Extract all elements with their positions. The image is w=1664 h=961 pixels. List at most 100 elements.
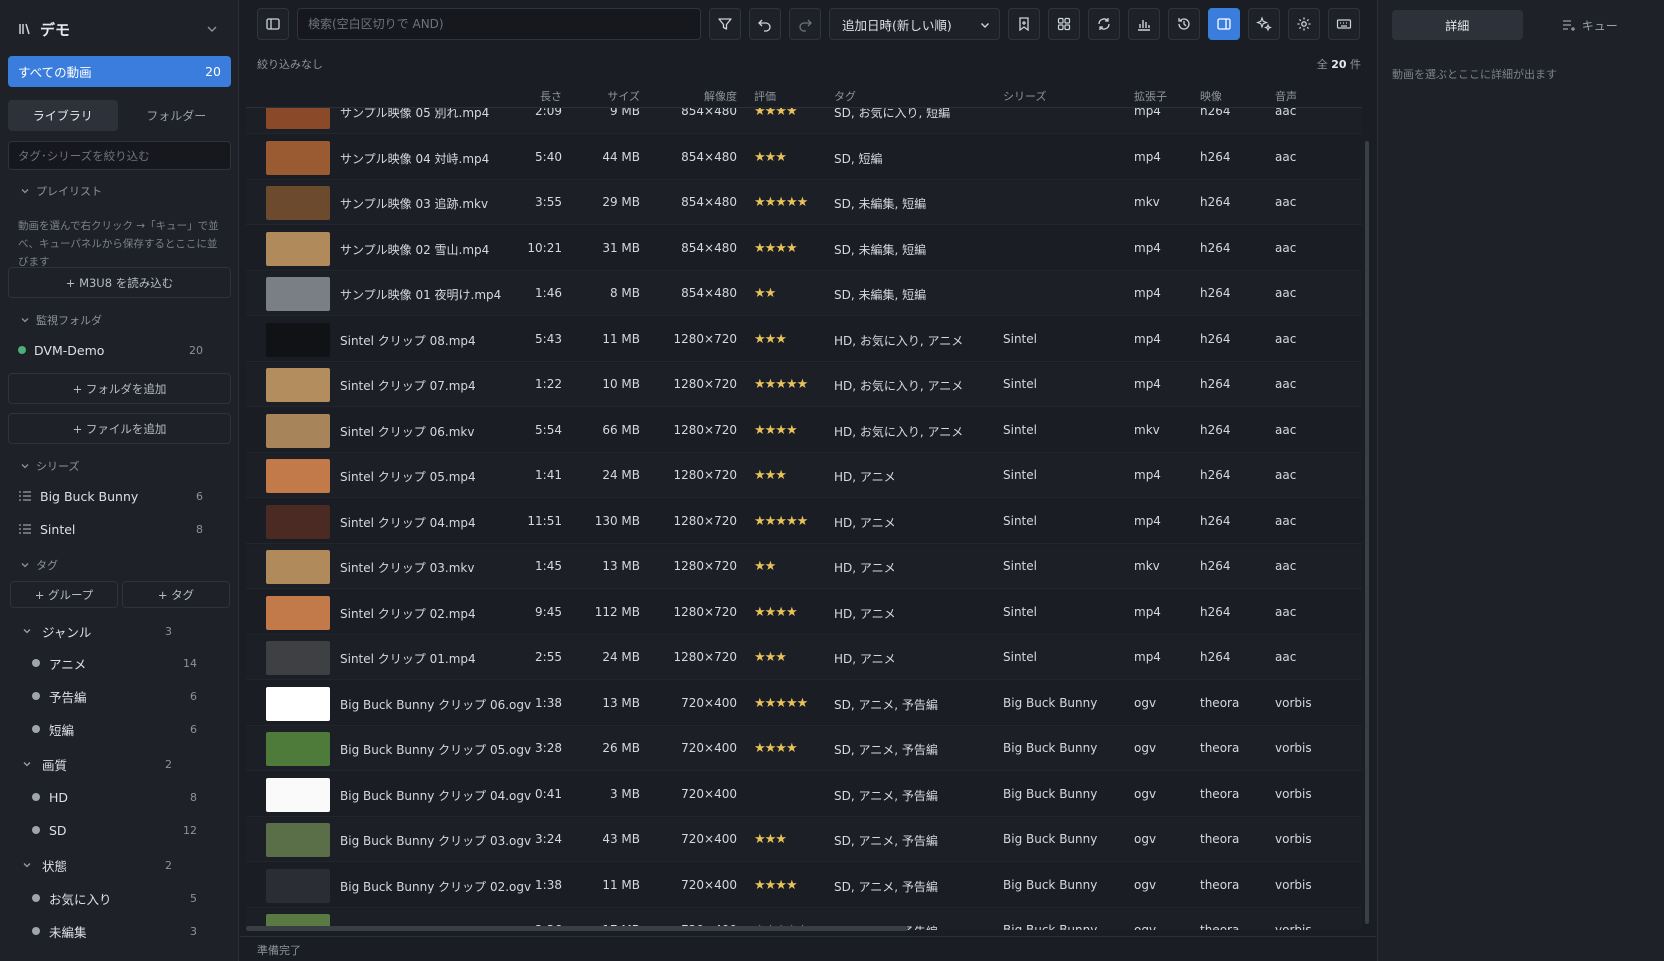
grid-icon bbox=[1057, 17, 1071, 31]
tag-item[interactable]: SD 12 bbox=[32, 820, 197, 840]
cell-rating-stars[interactable]: ★★★★★ bbox=[754, 514, 808, 529]
ai-button[interactable] bbox=[1248, 8, 1280, 40]
sort-select[interactable]: 追加日時(新しい順) bbox=[829, 8, 1000, 40]
stats-button[interactable] bbox=[1128, 8, 1160, 40]
cell-rating-stars[interactable]: ★★★★ bbox=[754, 241, 798, 256]
watch-folder-item[interactable]: DVM-Demo 20 bbox=[18, 339, 203, 361]
tags-section-header[interactable]: タグ bbox=[20, 557, 58, 573]
cell-video-codec: theora bbox=[1200, 832, 1240, 846]
tag-item[interactable]: 予告編 6 bbox=[32, 686, 197, 706]
cell-size: 43 MB bbox=[602, 832, 640, 846]
keyboard-shortcuts-button[interactable] bbox=[1328, 8, 1360, 40]
tab-queue[interactable]: キュー bbox=[1525, 10, 1656, 40]
column-header-ext[interactable]: 拡張子 bbox=[1134, 88, 1167, 104]
cell-rating-stars[interactable]: ★★★ bbox=[754, 150, 787, 165]
video-thumbnail bbox=[266, 504, 330, 539]
video-thumbnail bbox=[266, 595, 330, 630]
table-row[interactable]: Sintel クリップ 08.mp4 5:43 11 MB 1280×720 ★★★ HD… bbox=[246, 318, 1362, 362]
cell-ext: ogv bbox=[1134, 923, 1157, 930]
redo-button[interactable] bbox=[789, 8, 821, 40]
load-m3u8-button[interactable]: + M3U8 を読み込む bbox=[8, 267, 231, 298]
tag-item[interactable]: お気に入り 5 bbox=[32, 888, 197, 908]
table-row[interactable]: Big Buck Bunny クリップ 02.ogv 1:38 11 MB 720×4… bbox=[246, 864, 1362, 908]
column-header-audio[interactable]: 音声 bbox=[1275, 88, 1297, 104]
video-thumbnail bbox=[266, 732, 330, 766]
toggle-sidebar-button[interactable] bbox=[257, 8, 289, 40]
table-row[interactable]: Big Buck Bunny クリップ 03.ogv 3:24 43 MB 720×4… bbox=[246, 818, 1362, 862]
table-row[interactable]: サンプル映像 03 追跡.mkv 3:55 29 MB 854×480 ★★★★★ SD,… bbox=[246, 181, 1362, 225]
add-folder-button[interactable]: + フォルダを追加 bbox=[8, 373, 231, 404]
cell-rating-stars[interactable]: ★★★★★ bbox=[754, 195, 808, 210]
status-dot-icon bbox=[18, 346, 26, 354]
cell-rating-stars[interactable]: ★★ bbox=[754, 286, 776, 301]
history-button[interactable] bbox=[1168, 8, 1200, 40]
cell-rating-stars[interactable]: ★★★★ bbox=[754, 741, 798, 756]
cell-rating-stars[interactable]: ★★ bbox=[754, 559, 776, 574]
table-row[interactable]: Big Buck Bunny クリップ 06.ogv 1:38 13 MB 720×4… bbox=[246, 682, 1362, 726]
cell-rating-stars[interactable]: ★★★★★ bbox=[754, 377, 808, 392]
column-header-size[interactable]: サイズ bbox=[607, 88, 640, 104]
tab-library[interactable]: ライブラリ bbox=[8, 100, 118, 131]
column-header-tags[interactable]: タグ bbox=[834, 88, 856, 104]
tab-detail[interactable]: 詳細 bbox=[1392, 10, 1523, 40]
horizontal-scrollbar[interactable] bbox=[246, 926, 908, 931]
add-group-button[interactable]: + グループ bbox=[10, 581, 118, 608]
table-row[interactable]: Big Buck Bunny クリップ 05.ogv 3:28 26 MB 720×4… bbox=[246, 727, 1362, 771]
vertical-scrollbar[interactable] bbox=[1365, 141, 1369, 924]
add-tag-button[interactable]: + タグ bbox=[122, 581, 230, 608]
table-row[interactable]: Big Buck Bunny クリップ 04.ogv 0:41 3 MB 720×40… bbox=[246, 773, 1362, 817]
cell-series: Sintel bbox=[1003, 604, 1037, 619]
cell-rating-stars[interactable]: ★★★ bbox=[754, 650, 787, 665]
library-switcher[interactable]: デモ bbox=[18, 18, 70, 40]
watch-folder-section-header[interactable]: 監視フォルダ bbox=[20, 312, 102, 328]
search-input[interactable] bbox=[297, 8, 701, 40]
cell-rating-stars[interactable]: ★★★★ bbox=[754, 423, 798, 438]
settings-button[interactable] bbox=[1288, 8, 1320, 40]
tag-item[interactable]: 未編集 3 bbox=[32, 921, 197, 941]
cell-rating-stars[interactable]: ★★★★★ bbox=[754, 696, 808, 711]
grid-view-button[interactable] bbox=[1048, 8, 1080, 40]
tab-folder[interactable]: フォルダー bbox=[122, 100, 232, 131]
tag-item[interactable]: HD 8 bbox=[32, 787, 197, 807]
bookmark-button[interactable] bbox=[1008, 8, 1040, 40]
tag-group-quality[interactable]: 画質 2 bbox=[22, 754, 172, 774]
cell-rating-stars[interactable]: ★★★ bbox=[754, 468, 787, 483]
tag-group-genre[interactable]: ジャンル 3 bbox=[22, 621, 172, 641]
series-item[interactable]: Sintel 8 bbox=[18, 518, 203, 540]
toggle-detail-panel-button[interactable] bbox=[1208, 8, 1240, 40]
table-row[interactable]: サンプル映像 04 対峙.mp4 5:40 44 MB 854×480 ★★★ SD, 短… bbox=[246, 136, 1362, 180]
cell-rating-stars[interactable]: ★★★ bbox=[754, 832, 787, 847]
refresh-button[interactable] bbox=[1088, 8, 1120, 40]
cell-ext: ogv bbox=[1134, 786, 1157, 801]
tag-series-filter-input[interactable] bbox=[8, 141, 231, 170]
tag-item[interactable]: 短編 6 bbox=[32, 719, 197, 739]
table-row[interactable]: Sintel クリップ 05.mp4 1:41 24 MB 1280×720 ★★★ HD… bbox=[246, 454, 1362, 498]
table-row[interactable]: Sintel クリップ 01.mp4 2:55 24 MB 1280×720 ★★★ HD… bbox=[246, 636, 1362, 680]
filter-button[interactable] bbox=[709, 8, 741, 40]
table-row[interactable]: Sintel クリップ 02.mp4 9:45 112 MB 1280×720 ★★★★… bbox=[246, 591, 1362, 635]
table-row[interactable]: サンプル映像 02 雪山.mp4 10:21 31 MB 854×480 ★★★★ SD,… bbox=[246, 227, 1362, 271]
cell-rating-stars[interactable]: ★★★★ bbox=[754, 605, 798, 620]
table-row[interactable]: サンプル映像 01 夜明け.mp4 1:46 8 MB 854×480 ★★ SD, 未編… bbox=[246, 272, 1362, 316]
tag-group-status[interactable]: 状態 2 bbox=[22, 855, 172, 875]
table-row[interactable]: Sintel クリップ 04.mp4 11:51 130 MB 1280×720 ★★★… bbox=[246, 500, 1362, 544]
undo-button[interactable] bbox=[749, 8, 781, 40]
playlist-section-header[interactable]: プレイリスト bbox=[20, 183, 102, 199]
column-header-length[interactable]: 長さ bbox=[540, 88, 562, 104]
column-header-series[interactable]: シリーズ bbox=[1003, 88, 1046, 104]
column-header-rating[interactable]: 評価 bbox=[754, 88, 776, 104]
table-row[interactable]: Sintel クリップ 06.mkv 5:54 66 MB 1280×720 ★★★★ H… bbox=[246, 409, 1362, 453]
column-header-resolution[interactable]: 解像度 bbox=[704, 88, 737, 104]
tag-name: HD bbox=[49, 789, 69, 805]
chevron-down-icon[interactable] bbox=[205, 22, 219, 36]
tag-item[interactable]: アニメ 14 bbox=[32, 653, 197, 673]
column-header-video[interactable]: 映像 bbox=[1200, 88, 1222, 104]
series-item[interactable]: Big Buck Bunny 6 bbox=[18, 485, 203, 507]
all-videos-button[interactable]: すべての動画 20 bbox=[8, 56, 231, 87]
add-file-button[interactable]: + ファイルを追加 bbox=[8, 413, 231, 444]
table-row[interactable]: Sintel クリップ 03.mkv 1:45 13 MB 1280×720 ★★ HD,… bbox=[246, 545, 1362, 589]
table-row[interactable]: Sintel クリップ 07.mp4 1:22 10 MB 1280×720 ★★★★★… bbox=[246, 363, 1362, 407]
cell-rating-stars[interactable]: ★★★ bbox=[754, 332, 787, 347]
series-section-header[interactable]: シリーズ bbox=[20, 458, 79, 474]
cell-rating-stars[interactable]: ★★★★ bbox=[754, 878, 798, 893]
